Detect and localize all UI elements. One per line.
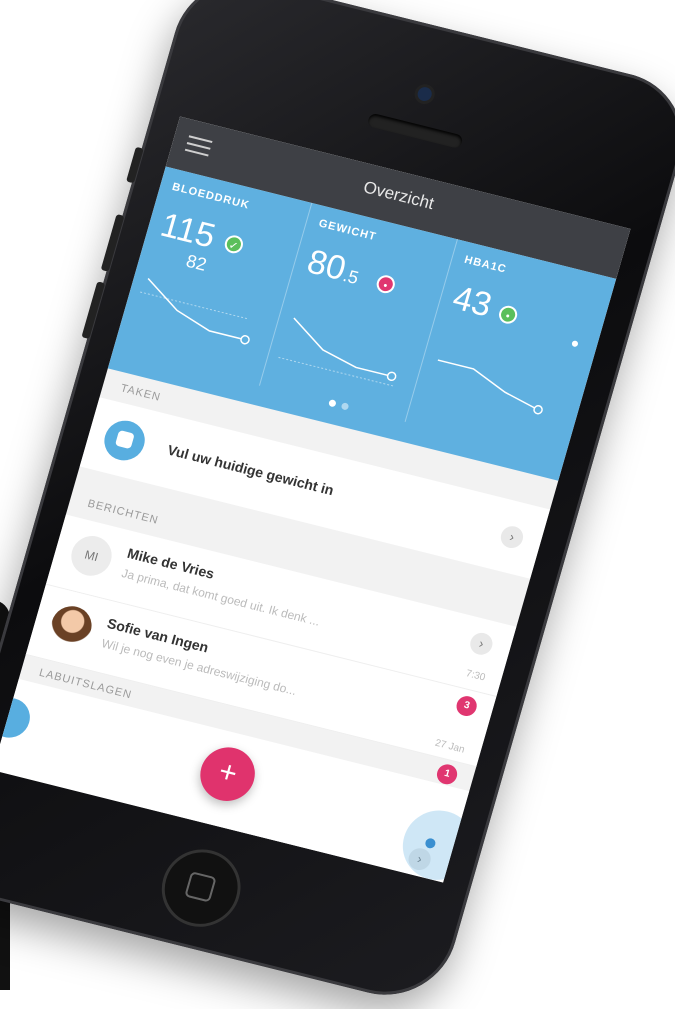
app-screen: Overzicht ● BLOEDDRUK 115 ✓ 82 GEWICHT 8…	[0, 116, 631, 883]
stat-value: 115	[156, 205, 220, 256]
mute-switch	[126, 146, 144, 184]
pager-dot[interactable]	[340, 402, 350, 411]
message-time: 27 Jan	[433, 737, 466, 756]
phone-body: Overzicht ● BLOEDDRUK 115 ✓ 82 GEWICHT 8…	[0, 0, 675, 1009]
status-ok-icon: ✓	[222, 233, 246, 256]
unread-badge: 3	[454, 694, 480, 719]
scale-icon	[99, 416, 150, 465]
phone-mockup: Overzicht ● BLOEDDRUK 115 ✓ 82 GEWICHT 8…	[0, 0, 675, 1009]
volume-down-button	[81, 281, 106, 340]
front-camera	[415, 85, 434, 103]
message-time: 7:30	[464, 668, 487, 684]
avatar: MI	[66, 531, 117, 580]
avatar-photo	[46, 601, 97, 651]
stat-value: 43	[448, 278, 496, 325]
pager-dot-active[interactable]	[328, 399, 337, 408]
section-label-tasks: TAKEN	[119, 382, 163, 404]
earpiece-speaker	[366, 112, 464, 150]
lab-icon	[0, 693, 35, 742]
stat-label: GEWICHT	[317, 217, 378, 244]
chevron-right-icon[interactable]: ›	[467, 630, 496, 658]
status-ok-icon: •	[496, 303, 520, 326]
stat-label: HBA1C	[462, 253, 508, 276]
home-button[interactable]	[152, 841, 250, 936]
stat-label: BLOEDDRUK	[170, 180, 252, 212]
home-square-icon	[184, 871, 217, 903]
chevron-right-icon[interactable]: ›	[498, 523, 526, 551]
volume-up-button	[100, 214, 125, 272]
stat-subvalue: 82	[183, 250, 209, 275]
status-alert-icon: •	[374, 273, 397, 296]
task-text: Vul uw huidige gewicht in	[165, 441, 336, 499]
stat-value: 80.5	[303, 242, 365, 292]
